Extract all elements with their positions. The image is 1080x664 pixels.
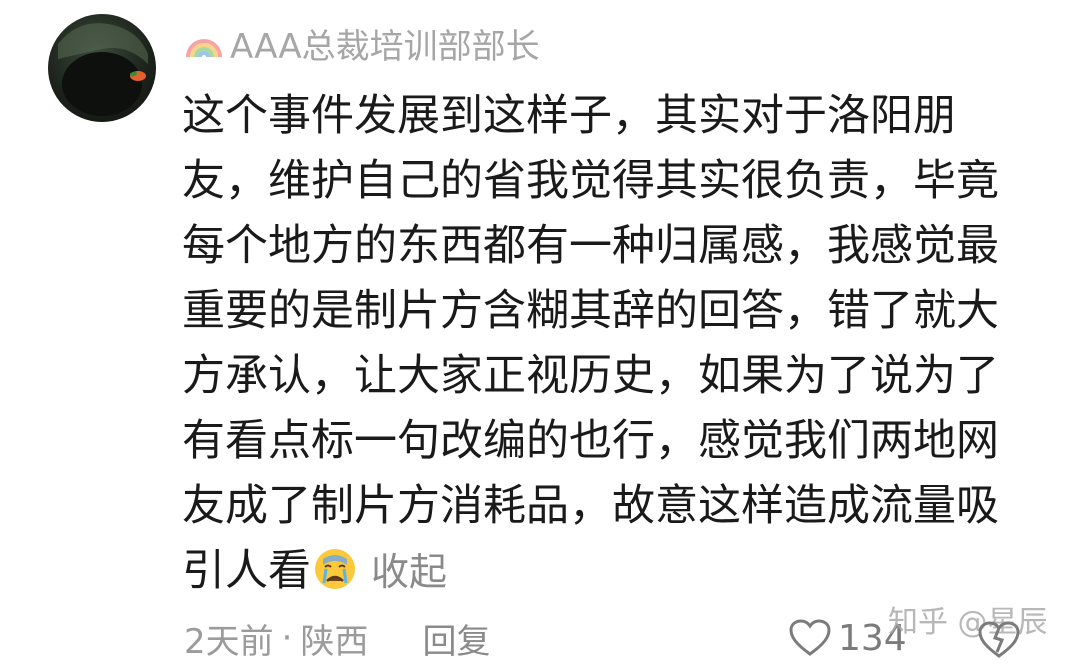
rainbow-icon <box>186 39 222 58</box>
comment-body: 这个事件发展到这样子，其实对于洛阳朋友，维护自己的省我觉得其实很负责，毕竟每个地… <box>182 84 1008 605</box>
avatar-image <box>58 23 148 116</box>
meta-separator: · <box>281 618 293 658</box>
watermark: 知乎 @星辰 <box>888 605 1048 640</box>
comment-time: 2天前 <box>184 621 274 662</box>
comment-author[interactable]: AAA总裁培训部部长 <box>184 20 540 67</box>
username-label: AAA总裁培训部部长 <box>230 26 540 67</box>
heart-icon <box>789 619 831 656</box>
comment-text: 这个事件发展到这样子，其实对于洛阳朋友，维护自己的省我觉得其实很负责，毕竟每个地… <box>182 91 999 596</box>
collapse-button[interactable]: 收起 <box>371 550 447 594</box>
crying-face-icon <box>315 549 355 589</box>
dislike-icon[interactable] <box>976 618 1022 660</box>
user-avatar[interactable] <box>48 14 156 122</box>
comment-meta: 2天前 · 陕西 回复 <box>184 612 490 664</box>
reply-button[interactable]: 回复 <box>422 614 490 663</box>
comment-location: 陕西 <box>300 621 369 662</box>
